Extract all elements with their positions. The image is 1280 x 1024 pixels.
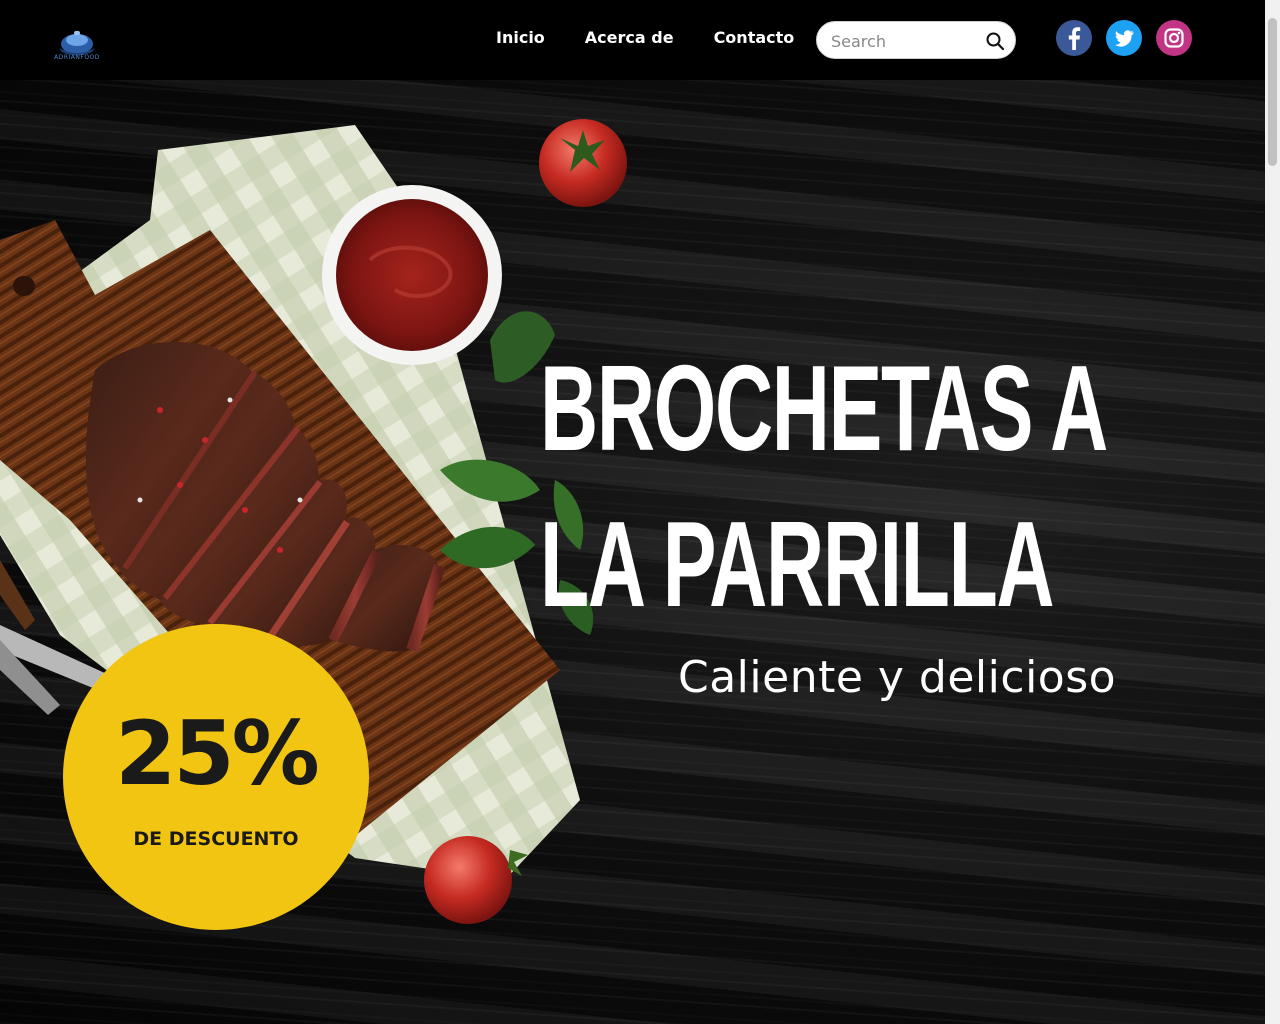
hero-title-line-2: LA PARRILLA	[540, 496, 1055, 632]
nav-links: Inicio Acerca de Contacto	[496, 28, 794, 47]
navbar: ADRIANFOOD Inicio Acerca de Contacto	[0, 0, 1265, 80]
tomato-top	[539, 119, 627, 207]
instagram-link[interactable]	[1156, 20, 1192, 56]
discount-label: DE DESCUENTO	[133, 828, 299, 850]
hero-title-line-1: BROCHETAS A	[540, 340, 1108, 476]
nav-link-acerca-de[interactable]: Acerca de	[585, 28, 674, 47]
nav-link-contacto[interactable]: Contacto	[714, 28, 795, 47]
facebook-icon	[1056, 20, 1092, 56]
nav-link-inicio[interactable]: Inicio	[496, 28, 545, 47]
sauce-bowl	[322, 185, 502, 365]
search-box	[816, 21, 1016, 59]
instagram-icon	[1156, 20, 1192, 56]
scrollbar-thumb[interactable]	[1268, 18, 1277, 166]
page: ADRIANFOOD Inicio Acerca de Contacto Sea…	[0, 0, 1280, 1024]
search-input[interactable]	[829, 29, 983, 53]
discount-badge: 25% DE DESCUENTO	[63, 624, 369, 930]
hero-subtitle: Caliente y delicioso	[678, 652, 1117, 703]
hero-title: BROCHETAS A LA PARRILLA	[540, 330, 1108, 642]
facebook-link[interactable]	[1056, 20, 1092, 56]
logo-text: ADRIANFOOD	[54, 54, 100, 61]
search-icon[interactable]	[985, 31, 1005, 51]
scrollbar[interactable]	[1265, 0, 1280, 1024]
twitter-icon	[1106, 20, 1142, 56]
twitter-link[interactable]	[1106, 20, 1142, 56]
discount-value: 25%	[115, 702, 320, 805]
